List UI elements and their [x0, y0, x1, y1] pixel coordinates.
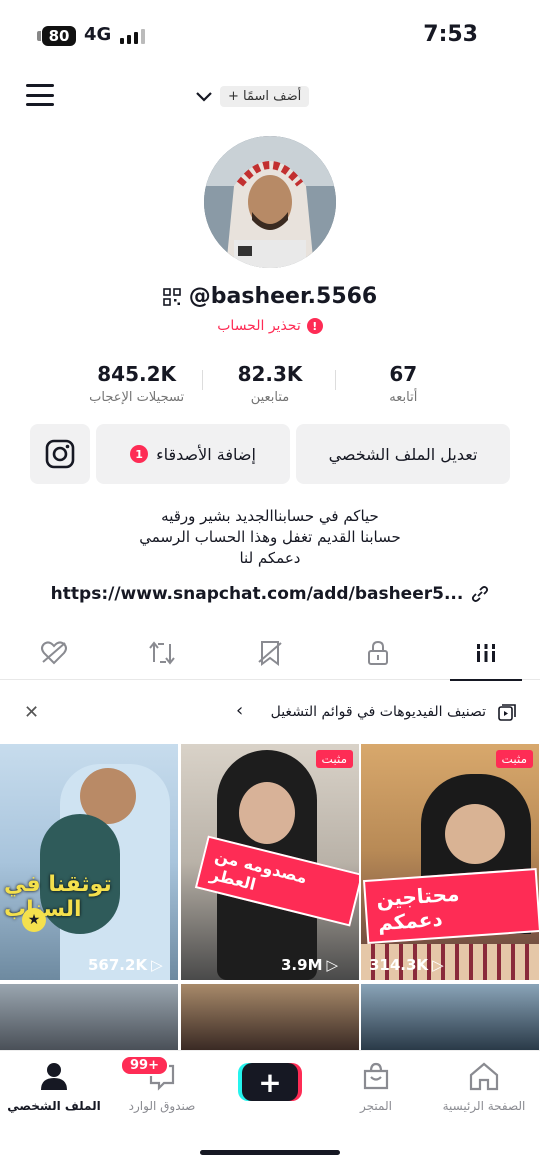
playlist-icon: [498, 704, 516, 721]
view-count-text: 314.3K: [369, 956, 429, 974]
pinned-badge: مثبت: [315, 750, 353, 768]
add-name-button[interactable]: + أضف اسمًا: [196, 84, 310, 108]
username-row: @basheer.5566: [0, 284, 540, 309]
bottom-nav: الصفحة الرئيسية المتجر + صندوق الوارد 99…: [0, 1050, 540, 1166]
nav-shop[interactable]: المتجر: [322, 1061, 430, 1113]
nav-profile-label: الملف الشخصي: [7, 1099, 101, 1113]
followers-label: متابعين: [250, 390, 290, 405]
video-tile[interactable]: [0, 984, 178, 1050]
likes-count: 845.2K: [97, 362, 177, 386]
edit-profile-label: تعديل الملف الشخصي: [328, 444, 478, 464]
tab-private[interactable]: [328, 626, 428, 680]
play-icon: ▷: [326, 956, 339, 974]
stat-followers[interactable]: 82.3K متابعين: [205, 362, 336, 405]
video-tile[interactable]: توثقنا في السناب ★ 567.2K ▷: [0, 744, 178, 980]
divider: [334, 370, 336, 390]
friends-badge: 1: [130, 445, 149, 463]
plus-icon: +: [258, 1065, 282, 1099]
shop-bag-icon: [363, 1062, 389, 1090]
tab-liked[interactable]: [4, 626, 104, 680]
status-time: 7:53: [423, 22, 478, 47]
followers-count: 82.3K: [237, 362, 303, 386]
view-count: 314.3K ▷: [369, 956, 444, 974]
play-icon: ▷: [432, 956, 444, 974]
nav-home-label: الصفحة الرئيسية: [442, 1099, 526, 1113]
heart-hidden-icon: [41, 640, 67, 664]
account-warning[interactable]: تحذير الحساب !: [0, 318, 540, 334]
following-label: أتابعه: [389, 390, 418, 405]
nav-inbox-label: صندوق الوارد: [128, 1099, 196, 1113]
chevron-left-icon: ‹: [236, 700, 244, 721]
battery-indicator: 80: [42, 26, 76, 46]
stat-likes[interactable]: 845.2K تسجيلات الإعجاب: [72, 362, 203, 405]
signal-icon: [120, 28, 145, 44]
stat-following[interactable]: 67 أتابعه: [338, 362, 468, 405]
divider: [201, 370, 203, 390]
add-friends-button[interactable]: 1 إضافة الأصدقاء: [96, 424, 290, 484]
view-count: 567.2K ▷: [88, 956, 163, 974]
star-icon: ★: [22, 908, 46, 932]
video-tile[interactable]: [361, 984, 539, 1050]
nav-home[interactable]: الصفحة الرئيسية: [430, 1061, 538, 1113]
add-name-label: + أضف اسمًا: [220, 85, 310, 107]
following-count: 67: [389, 362, 418, 386]
avatar[interactable]: [204, 136, 336, 268]
video-tile[interactable]: مصدومه من العطر مثبت 3.9M ▷: [181, 744, 359, 980]
bio-link-text: https://www.snapchat.com/add/basheer5...: [50, 584, 464, 604]
home-icon: [469, 1062, 499, 1091]
video-tile[interactable]: [181, 984, 359, 1050]
tab-videos[interactable]: [436, 626, 536, 681]
play-icon: ▷: [151, 956, 163, 974]
add-friends-label: إضافة الأصدقاء: [156, 444, 256, 464]
create-button[interactable]: +: [242, 1063, 298, 1101]
bio-line: دعمكم لنا: [239, 549, 301, 567]
view-count-text: 3.9M: [281, 956, 323, 974]
close-icon[interactable]: ✕: [24, 702, 39, 723]
network-type: 4G: [84, 24, 112, 45]
video-thumbnail-face: [239, 782, 295, 844]
repost-icon: [149, 640, 175, 665]
tab-reposts[interactable]: [112, 626, 212, 680]
edit-profile-button[interactable]: تعديل الملف الشخصي: [296, 424, 510, 484]
video-caption: محتاجين دعمكم: [362, 868, 539, 944]
view-count-text: 567.2K: [88, 956, 148, 974]
instagram-button[interactable]: [30, 424, 90, 484]
playlist-banner-text: تصنيف الفيديوهات في قوائم التشغيل: [270, 704, 486, 720]
nav-profile[interactable]: الملف الشخصي: [0, 1061, 108, 1113]
warning-icon: !: [306, 318, 323, 334]
link-icon: [472, 586, 489, 602]
lock-icon: [368, 640, 388, 665]
bio: حياكم في حسابناالجديد بشير ورقيه حسابنا …: [0, 506, 540, 569]
nav-shop-label: المتجر: [360, 1099, 392, 1113]
video-tile[interactable]: محتاجين دعمكم مثبت 314.3K ▷: [361, 744, 539, 980]
bookmark-hidden-icon: [258, 640, 282, 666]
home-indicator: [200, 1150, 340, 1155]
username: @basheer.5566: [188, 284, 378, 309]
content-tabs: [0, 626, 540, 681]
account-warning-label: تحذير الحساب: [217, 318, 301, 334]
video-thumbnail-face: [445, 804, 505, 864]
tab-favorites[interactable]: [220, 626, 320, 680]
pinned-badge: مثبت: [495, 750, 533, 768]
bio-line: حسابنا القديم تغفل وهذا الحساب الرسمي: [139, 528, 401, 546]
profile-stats: 845.2K تسجيلات الإعجاب 82.3K متابعين 67 …: [70, 362, 470, 405]
menu-icon[interactable]: [26, 84, 54, 106]
likes-label: تسجيلات الإعجاب: [89, 390, 185, 405]
bio-line: حياكم في حسابناالجديد بشير ورقيه: [161, 507, 379, 525]
video-grid: محتاجين دعمكم مثبت 314.3K ▷ مصدومه من الع…: [0, 744, 540, 1050]
battery-tip: [37, 31, 41, 41]
view-count: 3.9M ▷: [281, 956, 338, 974]
profile-icon: [41, 1063, 67, 1090]
instagram-icon: [45, 439, 75, 469]
inbox-badge: 99+: [120, 1055, 169, 1076]
playlist-banner[interactable]: ✕ ‹ تصنيف الفيديوهات في قوائم التشغيل: [0, 694, 540, 734]
bio-link[interactable]: https://www.snapchat.com/add/basheer5...: [0, 584, 540, 604]
qr-code-icon[interactable]: [162, 287, 181, 306]
chevron-down-icon: [196, 86, 212, 107]
grid-icon: [474, 643, 498, 662]
